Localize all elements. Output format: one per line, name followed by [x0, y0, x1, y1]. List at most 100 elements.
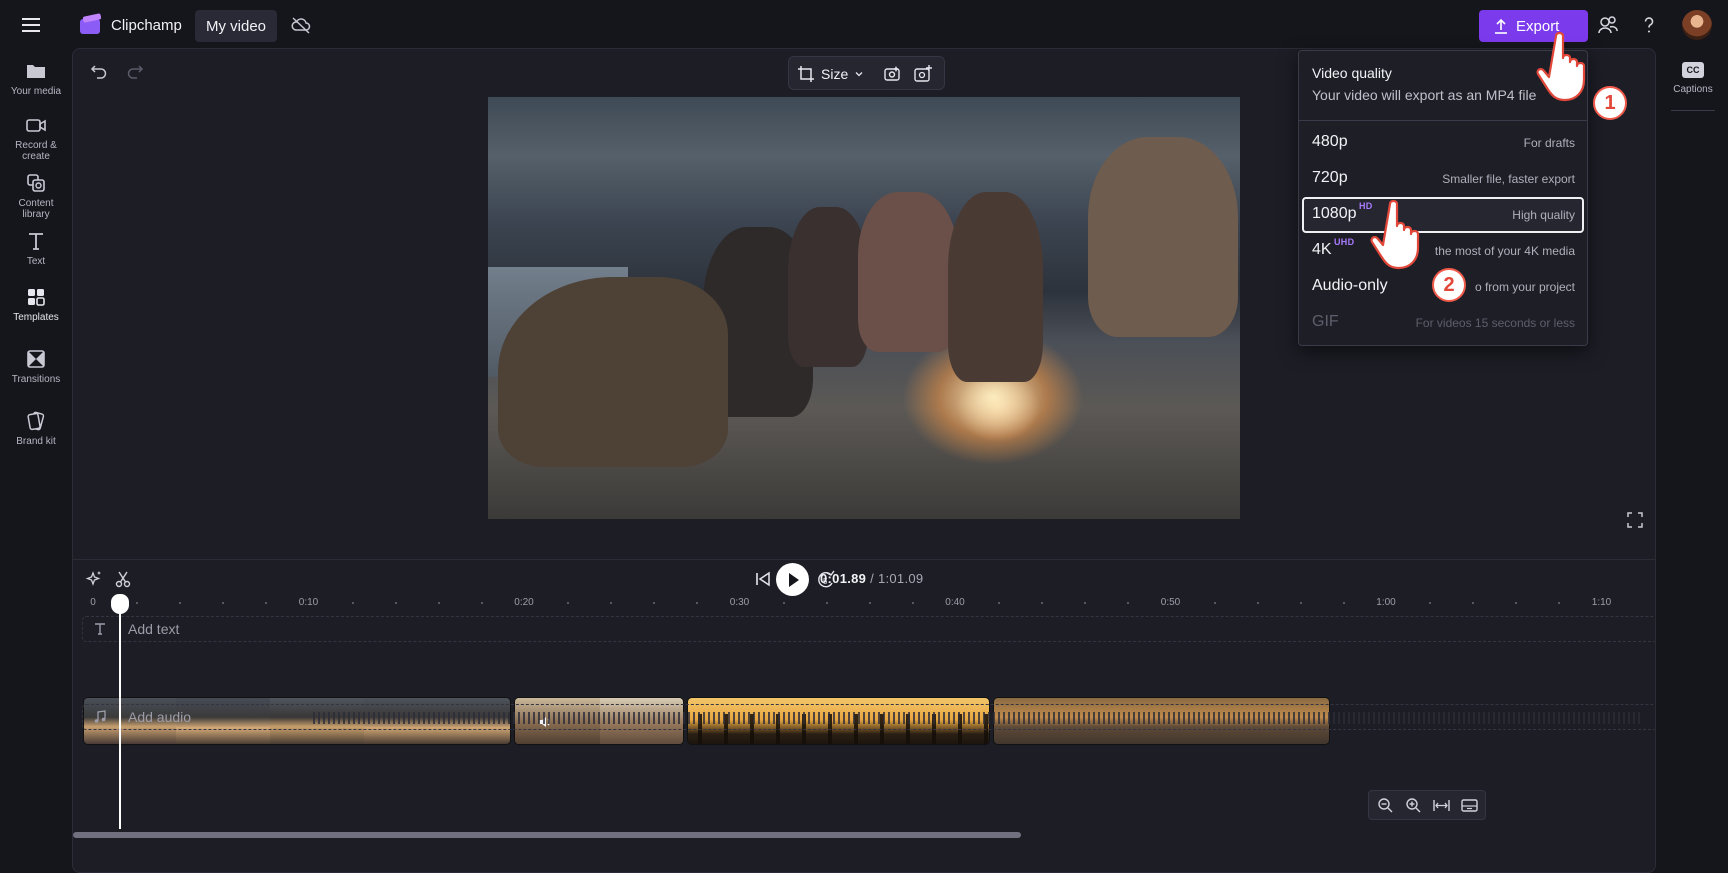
ruler-tick-dot: [825, 602, 828, 604]
option-description: For drafts: [1523, 136, 1575, 150]
crop-icon: [797, 65, 815, 83]
ruler-tick-dot: [1429, 602, 1432, 604]
preview-person: [858, 192, 958, 352]
music-note-icon: [93, 710, 107, 724]
ruler-tick-dot: [394, 602, 397, 604]
chevron-down-icon: [854, 69, 864, 79]
nav-brand-kit[interactable]: Brand kit: [0, 404, 72, 460]
pointer-hand-icon: [1368, 198, 1432, 272]
playhead-line: [119, 597, 121, 829]
export-option-720p[interactable]: 720p Smaller file, faster export: [1302, 161, 1584, 197]
ruler-tick-dot: [1299, 602, 1302, 604]
export-option-1080p[interactable]: 1080p HD High quality: [1302, 197, 1584, 233]
ruler-tick-dot: [1558, 602, 1561, 604]
menu-icon[interactable]: [20, 15, 42, 35]
fullscreen-icon[interactable]: [1626, 511, 1644, 529]
ruler-tick-dot: [222, 602, 225, 604]
nav-transitions[interactable]: Transitions: [0, 342, 72, 398]
ruler-tick-dot: [265, 602, 268, 604]
audio-waveform-placeholder: [313, 712, 1643, 724]
preview-toolbar: Size: [788, 56, 945, 90]
export-upload-icon: [1494, 18, 1508, 34]
cloud-sync-off-icon[interactable]: [291, 16, 311, 34]
captions-icon: CC: [1682, 62, 1704, 78]
preview-person: [498, 277, 728, 467]
avatar[interactable]: [1682, 10, 1712, 40]
divider: [1671, 110, 1715, 111]
help-icon[interactable]: [1638, 14, 1660, 36]
play-button[interactable]: [776, 563, 809, 596]
ruler-tick-dot: [868, 602, 871, 604]
split-scissors-icon[interactable]: [114, 570, 132, 588]
nav-label: Transitions: [11, 374, 61, 385]
divider: [73, 559, 1655, 560]
ruler-tick-label: 0:50: [1160, 597, 1181, 608]
option-resolution: 720p: [1312, 169, 1348, 186]
redo-icon[interactable]: [125, 61, 145, 81]
transitions-icon: [25, 348, 47, 370]
export-option-480p[interactable]: 480p For drafts: [1302, 125, 1584, 161]
nav-label: Brand kit: [16, 436, 56, 447]
ruler-tick-label: 1:10: [1591, 597, 1612, 608]
pointer-hand-icon: [1534, 30, 1598, 104]
uhd-badge: UHD: [1334, 237, 1355, 247]
captions-button[interactable]: CC Captions: [1667, 56, 1719, 102]
project-name-button[interactable]: My video: [195, 10, 277, 42]
ruler-tick-dot: [437, 602, 440, 604]
fit-to-timeline-icon[interactable]: [1433, 797, 1450, 814]
ruler-tick-dot: [610, 602, 613, 604]
nav-templates[interactable]: Templates: [0, 280, 72, 336]
templates-icon: [25, 286, 47, 308]
nav-label: Your media: [10, 86, 62, 97]
nav-record-create[interactable]: Record & create: [0, 108, 72, 164]
ruler-tick-dot: [1127, 602, 1130, 604]
nav-content-library[interactable]: Content library: [0, 166, 72, 222]
timeline-zoom-controls: [1368, 790, 1486, 820]
ruler-tick-dot: [911, 602, 914, 604]
text-icon: [25, 230, 47, 252]
nav-label: Text: [26, 256, 46, 267]
ruler-tick-dot: [136, 602, 139, 604]
option-description: High quality: [1512, 208, 1575, 222]
timeline-ruler[interactable]: 0 0:10 0:20 0:30 0:40 0:50 1:00 1:10: [73, 594, 1655, 616]
video-preview[interactable]: [488, 97, 1240, 519]
zoom-out-icon[interactable]: [1377, 797, 1394, 814]
export-option-4k[interactable]: 4K UHD the most of your 4K media: [1302, 233, 1584, 269]
ruler-tick-dot: [1256, 602, 1259, 604]
timeline-view-icon[interactable]: [1461, 797, 1478, 814]
menu-subtitle: Your video will export as an MP4 file: [1312, 87, 1537, 103]
play-icon: [786, 572, 800, 588]
captions-label: Captions: [1673, 84, 1713, 95]
nav-your-media[interactable]: Your media: [0, 54, 72, 110]
add-media-icon[interactable]: [913, 64, 933, 84]
option-description: For videos 15 seconds or less: [1415, 316, 1575, 330]
top-bar: Clipchamp My video Export: [0, 0, 1728, 50]
ruler-tick-label: 0:10: [298, 597, 319, 608]
background-remove-icon[interactable]: [882, 64, 902, 84]
menu-title: Video quality: [1312, 65, 1392, 81]
ruler-tick-dot: [179, 602, 182, 604]
nav-label: Templates: [13, 312, 59, 323]
brand-kit-icon: [25, 410, 47, 432]
ruler-tick-label: 0:20: [514, 597, 534, 608]
ruler-tick-dot: [782, 602, 785, 604]
step-2-badge: 2: [1432, 268, 1466, 302]
magic-sparkle-icon[interactable]: [85, 570, 103, 588]
zoom-in-icon[interactable]: [1405, 797, 1422, 814]
ruler-tick-dot: [1342, 602, 1345, 604]
nav-label: Record & create: [15, 140, 57, 162]
size-button[interactable]: Size: [797, 63, 864, 85]
nav-text[interactable]: Text: [0, 224, 72, 280]
timeline-scrollbar[interactable]: [73, 832, 1021, 838]
preview-person: [788, 207, 868, 367]
undo-icon[interactable]: [89, 61, 109, 81]
add-audio-track[interactable]: Add audio: [82, 704, 1655, 730]
option-resolution: GIF: [1312, 313, 1339, 330]
ruler-tick-label: 0:40: [945, 597, 965, 608]
playhead-handle[interactable]: [111, 594, 129, 614]
option-description: the most of your 4K media: [1434, 244, 1575, 258]
share-icon[interactable]: [1597, 14, 1619, 36]
add-text-track[interactable]: Add text: [82, 616, 1655, 642]
skip-to-start-icon[interactable]: [753, 566, 773, 592]
export-option-gif: GIF For videos 15 seconds or less: [1302, 305, 1584, 341]
